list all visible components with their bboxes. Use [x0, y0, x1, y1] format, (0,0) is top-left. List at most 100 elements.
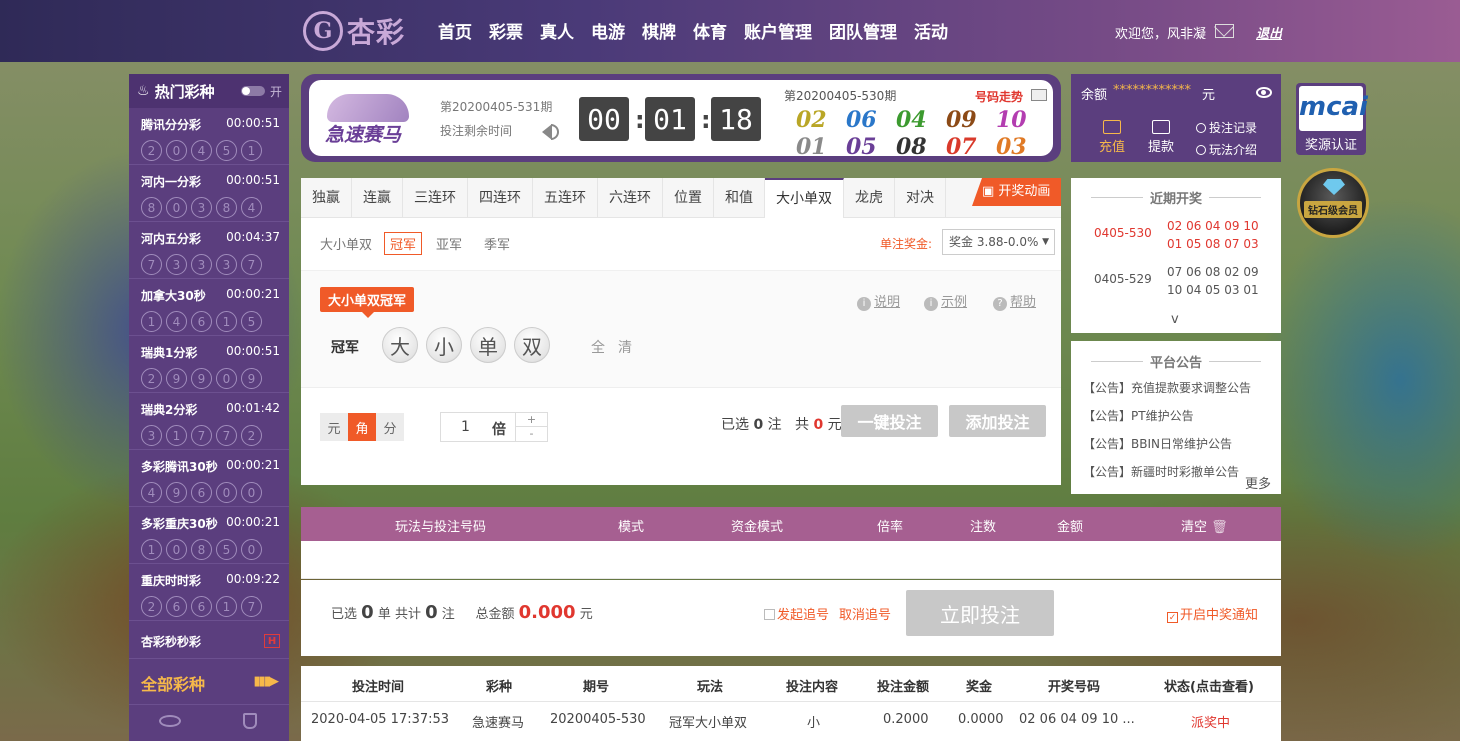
- tab-play-4[interactable]: 五连环: [533, 178, 598, 218]
- pick-big[interactable]: 大: [382, 327, 418, 363]
- nav-home[interactable]: 首页: [438, 18, 472, 43]
- withdraw-button[interactable]: 提款: [1141, 120, 1181, 155]
- bet-records-link[interactable]: 投注记录: [1196, 119, 1257, 136]
- increment-button[interactable]: +: [515, 413, 547, 427]
- mcai-badge[interactable]: mcai 奖源认证: [1296, 83, 1368, 155]
- pick-small[interactable]: 小: [426, 327, 462, 363]
- tab-play-6[interactable]: 位置: [663, 178, 714, 218]
- one-click-bet-button[interactable]: 一键投注: [841, 405, 938, 437]
- result-number: 01: [796, 134, 827, 160]
- mail-icon[interactable]: [1215, 24, 1234, 38]
- shield-icon[interactable]: [243, 713, 257, 729]
- multiplier-stepper[interactable]: 1 倍 + -: [440, 412, 548, 442]
- notice-item[interactable]: 【公告】PT维护公告: [1083, 407, 1194, 424]
- sidebar-item-xing-seconds[interactable]: 杏彩秒秒彩 H: [129, 621, 289, 659]
- add-bet-button[interactable]: 添加投注: [949, 405, 1046, 437]
- all-lottery-link[interactable]: 全部彩种 ▮▮▮▶: [129, 659, 289, 705]
- result-ball: 7: [191, 425, 212, 446]
- chase-checkbox[interactable]: 发起追号: [764, 604, 829, 623]
- site-logo[interactable]: G 杏彩: [303, 10, 413, 52]
- cancel-chase-link[interactable]: 取消追号: [839, 604, 891, 623]
- nav-sports[interactable]: 体育: [693, 18, 727, 43]
- decrement-button[interactable]: -: [515, 427, 547, 441]
- example-link[interactable]: i 示例: [924, 291, 967, 311]
- hot-toggle[interactable]: [241, 86, 265, 96]
- sidebar-item[interactable]: 多彩腾讯30秒 00:00:21 49600: [129, 450, 289, 507]
- sidebar-item[interactable]: 瑞典1分彩 00:00:51 29909: [129, 336, 289, 393]
- tab-play-7[interactable]: 和值: [714, 178, 765, 218]
- chart-icon[interactable]: [1031, 89, 1047, 101]
- list-item[interactable]: 0405-529 07 06 08 02 09 10 04 05 03 01: [1071, 257, 1281, 303]
- summary-text: 已选 0 单 共计 0 注 总金额 0.000 元: [331, 602, 593, 623]
- diamond-icon: [1323, 179, 1345, 195]
- nav-team[interactable]: 团队管理: [829, 18, 897, 43]
- unit-yuan[interactable]: 元: [320, 413, 348, 441]
- draw-animation-button[interactable]: ▣ 开奖动画: [972, 178, 1061, 206]
- bet-list-body: [301, 541, 1281, 579]
- subtab-second[interactable]: 亚军: [436, 234, 462, 253]
- clear-button[interactable]: 清: [618, 337, 632, 357]
- unit-fen[interactable]: 分: [376, 413, 404, 441]
- sidebar-item[interactable]: 腾讯分分彩 00:00:51 20451: [129, 108, 289, 165]
- tab-play-9[interactable]: 龙虎: [844, 178, 895, 218]
- sidebar-item[interactable]: 多彩重庆30秒 00:00:21 10850: [129, 507, 289, 564]
- notify-checkbox[interactable]: ✓ 开启中奖通知: [1167, 604, 1258, 623]
- nav-cards[interactable]: 棋牌: [642, 18, 676, 43]
- nav-slots[interactable]: 电游: [591, 18, 625, 43]
- tab-play-0[interactable]: 独赢: [301, 178, 352, 218]
- nav-account[interactable]: 账户管理: [744, 18, 812, 43]
- status-link[interactable]: 派奖中: [1191, 712, 1230, 731]
- prize-select[interactable]: 奖金 3.88-0.0%: [942, 229, 1055, 255]
- sidebar-item-time: 00:09:22: [226, 572, 280, 586]
- list-item[interactable]: 0405-530 02 06 04 09 10 01 05 08 07 03: [1071, 211, 1281, 257]
- more-notices-link[interactable]: 更多: [1240, 473, 1271, 492]
- submit-bet-button[interactable]: 立即投注: [906, 590, 1054, 636]
- help-icon: ?: [993, 297, 1007, 311]
- play-rules-link[interactable]: 玩法介绍: [1196, 141, 1257, 158]
- vip-badge[interactable]: 钻石级会员: [1297, 168, 1369, 238]
- nav-events[interactable]: 活动: [914, 18, 948, 43]
- subtab-third[interactable]: 季军: [484, 234, 510, 253]
- pick-even[interactable]: 双: [514, 327, 550, 363]
- notice-item[interactable]: 【公告】充值提款要求调整公告: [1083, 379, 1251, 396]
- subtab-champion[interactable]: 冠军: [384, 232, 423, 255]
- unit-jiao[interactable]: 角: [348, 413, 376, 441]
- select-all-button[interactable]: 全: [591, 337, 605, 357]
- recharge-button[interactable]: 充值: [1092, 120, 1132, 155]
- sidebar-item[interactable]: 重庆时时彩 00:09:22 26617: [129, 564, 289, 621]
- eye-icon[interactable]: [159, 715, 181, 727]
- tab-play-10[interactable]: 对决: [895, 178, 946, 218]
- explain-link[interactable]: i 说明: [857, 291, 900, 311]
- pick-odd[interactable]: 单: [470, 327, 506, 363]
- logout-link[interactable]: 退出: [1256, 23, 1282, 42]
- example-label: 示例: [941, 295, 968, 310]
- result-ball: 2: [141, 140, 162, 161]
- notice-item[interactable]: 【公告】新疆时时彩撤单公告: [1083, 463, 1239, 480]
- result-balls: 73337: [141, 254, 281, 275]
- nav-live[interactable]: 真人: [540, 18, 574, 43]
- sidebar-item[interactable]: 瑞典2分彩 00:01:42 31772: [129, 393, 289, 450]
- multiplier-value[interactable]: 1: [461, 419, 470, 435]
- eye-icon[interactable]: [1256, 87, 1272, 98]
- tab-play-2[interactable]: 三连环: [403, 178, 468, 218]
- clear-all-button[interactable]: 清空 🗑: [1181, 516, 1228, 535]
- nav-lottery[interactable]: 彩票: [489, 18, 523, 43]
- expand-chevron-icon[interactable]: v: [1171, 312, 1179, 327]
- result-number: 09: [946, 107, 977, 133]
- help-link[interactable]: ? 帮助: [993, 291, 1036, 311]
- tab-play-1[interactable]: 连赢: [352, 178, 403, 218]
- tab-play-5[interactable]: 六连环: [598, 178, 663, 218]
- toggle-label: 开: [269, 85, 282, 99]
- sidebar-item[interactable]: 河内五分彩 00:04:37 73337: [129, 222, 289, 279]
- result-balls: 10850: [141, 539, 281, 560]
- notice-item[interactable]: 【公告】BBIN日常维护公告: [1083, 435, 1232, 452]
- cell-prize: 0.0000: [958, 712, 1004, 727]
- tab-play-8[interactable]: 大小单双: [765, 178, 844, 218]
- sidebar-item[interactable]: 加拿大30秒 00:00:21 14615: [129, 279, 289, 336]
- trend-link[interactable]: 号码走势: [975, 88, 1023, 105]
- col-notes: 注数: [970, 520, 997, 535]
- table-row[interactable]: 2020-04-05 17:37:53 急速赛马 20200405-530 冠军…: [301, 702, 1281, 740]
- tab-play-3[interactable]: 四连环: [468, 178, 533, 218]
- summary-total-amount: 0.000: [518, 602, 576, 623]
- sidebar-item[interactable]: 河内一分彩 00:00:51 80384: [129, 165, 289, 222]
